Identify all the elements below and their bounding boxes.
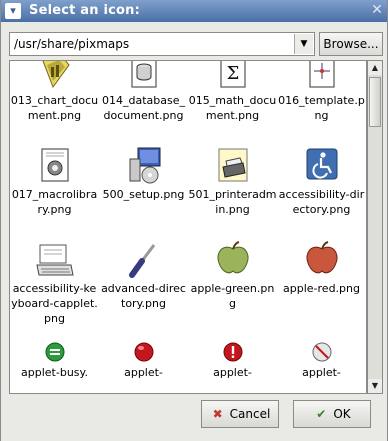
- cancel-label: Cancel: [229, 407, 271, 421]
- setup-icon: [129, 147, 160, 184]
- icon-label: advanced-directory.png: [101, 282, 186, 310]
- chevron-up-icon: ▲: [371, 63, 379, 72]
- icon-label: 016_template.png: [278, 94, 365, 122]
- icon-label: applet-busy.: [21, 366, 88, 379]
- path-combo[interactable]: /usr/share/pixmaps ▼: [9, 32, 315, 56]
- green-apple-icon: [217, 241, 248, 274]
- scroll-thumb[interactable]: [369, 77, 381, 127]
- ok-label: OK: [333, 407, 351, 421]
- vertical-scrollbar[interactable]: ▲ ▼: [367, 60, 383, 394]
- chevron-down-icon: ▾: [10, 4, 16, 17]
- icon-item[interactable]: 500_setup.png: [99, 145, 188, 202]
- icon-item[interactable]: Σ 015_math_document.png: [188, 61, 277, 123]
- screwdriver-icon: [128, 244, 155, 278]
- icon-item[interactable]: applet-busy.: [10, 341, 99, 380]
- icon-select-dialog: ▾ Select an icon: ✕ /usr/share/pixmaps ▼…: [0, 0, 388, 441]
- database-document-icon: [130, 61, 157, 88]
- scroll-down-button[interactable]: ▼: [368, 379, 382, 393]
- red-apple-icon: [306, 241, 337, 274]
- icon-item[interactable]: accessibility-directory.png: [277, 145, 366, 217]
- path-row: /usr/share/pixmaps ▼ Browse...: [9, 32, 383, 58]
- browse-button[interactable]: Browse...: [319, 32, 383, 56]
- icon-item[interactable]: applet-: [277, 341, 366, 380]
- path-dropdown-button[interactable]: ▼: [294, 34, 313, 54]
- icon-item[interactable]: advanced-directory.png: [99, 239, 188, 311]
- svg-text:Σ: Σ: [226, 63, 239, 84]
- icon-label: accessibility-directory.png: [278, 188, 365, 216]
- icon-list[interactable]: 013_chart_document.png 014_database_docu…: [9, 60, 367, 394]
- ok-button[interactable]: ✔ OK: [293, 400, 371, 428]
- chart-document-icon: [41, 61, 70, 89]
- scroll-up-button[interactable]: ▲: [368, 61, 382, 75]
- browse-label: Browse...: [323, 37, 379, 51]
- dialog-footer: ✖ Cancel ✔ OK: [1, 400, 387, 441]
- math-document-icon: Σ: [219, 61, 246, 88]
- icon-item[interactable]: apple-green.png: [188, 239, 277, 311]
- path-input[interactable]: /usr/share/pixmaps: [14, 37, 129, 51]
- cancel-icon: ✖: [212, 407, 223, 421]
- icon-item[interactable]: 013_chart_document.png: [10, 61, 99, 123]
- window-menu-button[interactable]: ▾: [5, 3, 21, 19]
- macro-library-icon: [40, 148, 69, 182]
- checkmark-icon: ✔: [316, 407, 327, 421]
- applet-red-dot-icon: [134, 342, 153, 362]
- icon-item[interactable]: applet-: [99, 341, 188, 380]
- icon-item[interactable]: 501_printeradmin.png: [188, 145, 277, 217]
- applet-stop-icon: [312, 342, 331, 362]
- title-bar[interactable]: ▾ Select an icon: ✕: [1, 0, 387, 22]
- icon-label: 013_chart_document.png: [10, 94, 99, 122]
- icon-item[interactable]: applet-: [188, 341, 277, 380]
- icon-item[interactable]: 017_macrolibrary.png: [10, 145, 99, 217]
- icon-label: 014_database_document.png: [102, 94, 185, 122]
- chevron-down-icon: ▼: [300, 39, 308, 49]
- icon-label: 015_math_document.png: [188, 94, 277, 122]
- icon-label: 501_printeradmin.png: [188, 188, 277, 216]
- icon-label: 017_macrolibrary.png: [11, 188, 98, 216]
- close-button[interactable]: ✕: [369, 2, 385, 18]
- icon-label: 500_setup.png: [102, 188, 185, 201]
- icon-item[interactable]: 016_template.png: [277, 61, 366, 123]
- cancel-button[interactable]: ✖ Cancel: [201, 400, 279, 428]
- icon-item[interactable]: accessibility-keyboard-capplet.png: [10, 239, 99, 326]
- template-icon: [308, 61, 335, 88]
- icon-label: applet-: [213, 366, 252, 379]
- icon-label: applet-: [124, 366, 163, 379]
- icon-item[interactable]: 014_database_document.png: [99, 61, 188, 123]
- icon-item[interactable]: apple-red.png: [277, 239, 366, 296]
- close-icon: ✕: [371, 2, 383, 18]
- dialog-title: Select an icon:: [29, 3, 140, 18]
- applet-busy-icon: [45, 342, 64, 362]
- accessibility-icon: [306, 148, 337, 180]
- keyboard-icon: [35, 244, 74, 276]
- icon-label: apple-green.png: [190, 282, 275, 310]
- icon-label: applet-: [302, 366, 341, 379]
- printer-admin-icon: [218, 148, 247, 182]
- chevron-down-icon: ▼: [371, 381, 379, 390]
- icon-label: accessibility-keyboard-capplet.png: [11, 282, 98, 325]
- applet-error-icon: [223, 342, 242, 362]
- icon-label: apple-red.png: [283, 282, 360, 295]
